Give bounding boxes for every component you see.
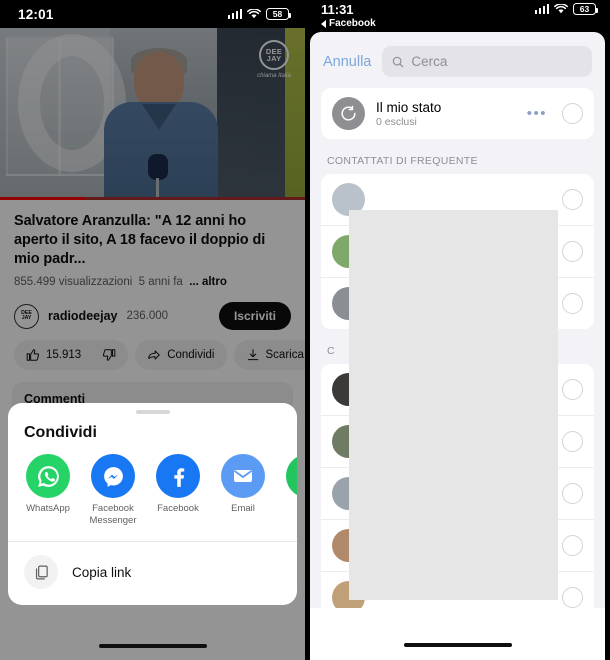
my-status-text: Il mio stato 0 esclusi: [376, 100, 516, 128]
contact-checkbox[interactable]: [562, 587, 583, 608]
email-icon: [221, 454, 265, 499]
contact-checkbox[interactable]: [562, 379, 583, 400]
battery-icon: 58: [266, 8, 291, 20]
status-indicators: 63: [534, 3, 598, 15]
cancel-button[interactable]: Annulla: [323, 54, 371, 70]
battery-level: 58: [272, 8, 283, 19]
copy-link-label: Copia link: [72, 564, 132, 580]
back-arrow-icon: [321, 19, 326, 28]
share-app-whatsapp[interactable]: WhatsApp: [24, 454, 72, 527]
contact-checkbox[interactable]: [562, 535, 583, 556]
my-status-group: Il mio stato 0 esclusi •••: [321, 88, 594, 139]
right-status-bar: 11:31 Facebook 63: [305, 0, 610, 29]
status-left-group: 11:31 Facebook: [321, 2, 376, 29]
share-app-email[interactable]: Email: [219, 454, 267, 527]
share-app-label: Mess: [284, 503, 298, 515]
cellular-bars-icon: [227, 9, 242, 19]
share-app-list[interactable]: WhatsApp Facebook Messenger Facebook Ema…: [8, 446, 297, 541]
right-phone-whatsapp: 11:31 Facebook 63 Annulla Cerca Il mio s…: [305, 0, 610, 660]
contact-checkbox[interactable]: [562, 189, 583, 210]
share-app-label: Facebook Messenger: [89, 503, 137, 527]
battery-icon: 63: [573, 3, 598, 15]
dual-screenshot-comparison: 12:01 58 DEE JAY chiama Italia Salvatore…: [0, 0, 610, 660]
messenger-icon: [91, 454, 135, 499]
share-app-messages[interactable]: Mess: [284, 454, 297, 527]
add-status-icon: [332, 97, 365, 130]
contact-checkbox[interactable]: [562, 431, 583, 452]
copy-link-row[interactable]: Copia link: [8, 542, 297, 605]
left-status-bar: 12:01 58: [0, 0, 305, 28]
redaction-overlay: [349, 210, 558, 600]
share-app-label: Facebook: [157, 503, 199, 515]
contact-checkbox[interactable]: [562, 293, 583, 314]
my-status-row[interactable]: Il mio stato 0 esclusi •••: [321, 88, 594, 139]
search-header: Annulla Cerca: [310, 32, 605, 88]
back-to-app-link[interactable]: Facebook: [321, 18, 376, 29]
search-placeholder: Cerca: [411, 54, 448, 69]
bottom-safe-area: [310, 608, 605, 660]
more-dots-icon[interactable]: •••: [527, 105, 547, 122]
copy-icon: [24, 555, 58, 589]
back-app-label: Facebook: [329, 18, 376, 30]
left-phone-youtube: 12:01 58 DEE JAY chiama Italia Salvatore…: [0, 0, 305, 660]
share-sheet-title: Condividi: [24, 424, 97, 442]
whatsapp-icon: [26, 454, 70, 499]
home-indicator[interactable]: [403, 642, 512, 647]
battery-level: 63: [579, 3, 590, 14]
status-indicators: 58: [227, 8, 291, 20]
status-time: 12:01: [18, 6, 54, 22]
status-checkbox[interactable]: [562, 103, 583, 124]
share-app-label: Email: [231, 503, 255, 515]
share-app-messenger[interactable]: Facebook Messenger: [89, 454, 137, 527]
status-time: 11:31: [321, 2, 354, 17]
contact-checkbox[interactable]: [562, 483, 583, 504]
facebook-icon: [156, 454, 200, 499]
home-indicator[interactable]: [98, 643, 207, 648]
share-app-facebook[interactable]: Facebook: [154, 454, 202, 527]
messages-icon: [286, 454, 297, 499]
share-app-label: WhatsApp: [26, 503, 70, 515]
status-recipients-sheet: Annulla Cerca Il mio stato 0 esclusi •••…: [310, 32, 605, 660]
share-bottom-sheet: Condividi WhatsApp Facebook Messenger Fa…: [8, 403, 297, 605]
cellular-bars-icon: [534, 4, 549, 14]
section-header-frequent: CONTATTATI DI FREQUENTE: [327, 155, 478, 167]
wifi-icon: [247, 9, 261, 19]
wifi-icon: [554, 4, 568, 14]
my-status-name: Il mio stato: [376, 99, 442, 115]
my-status-subtitle: 0 esclusi: [376, 115, 417, 128]
search-icon: [393, 56, 404, 67]
search-input[interactable]: Cerca: [382, 46, 592, 77]
contact-checkbox[interactable]: [562, 241, 583, 262]
